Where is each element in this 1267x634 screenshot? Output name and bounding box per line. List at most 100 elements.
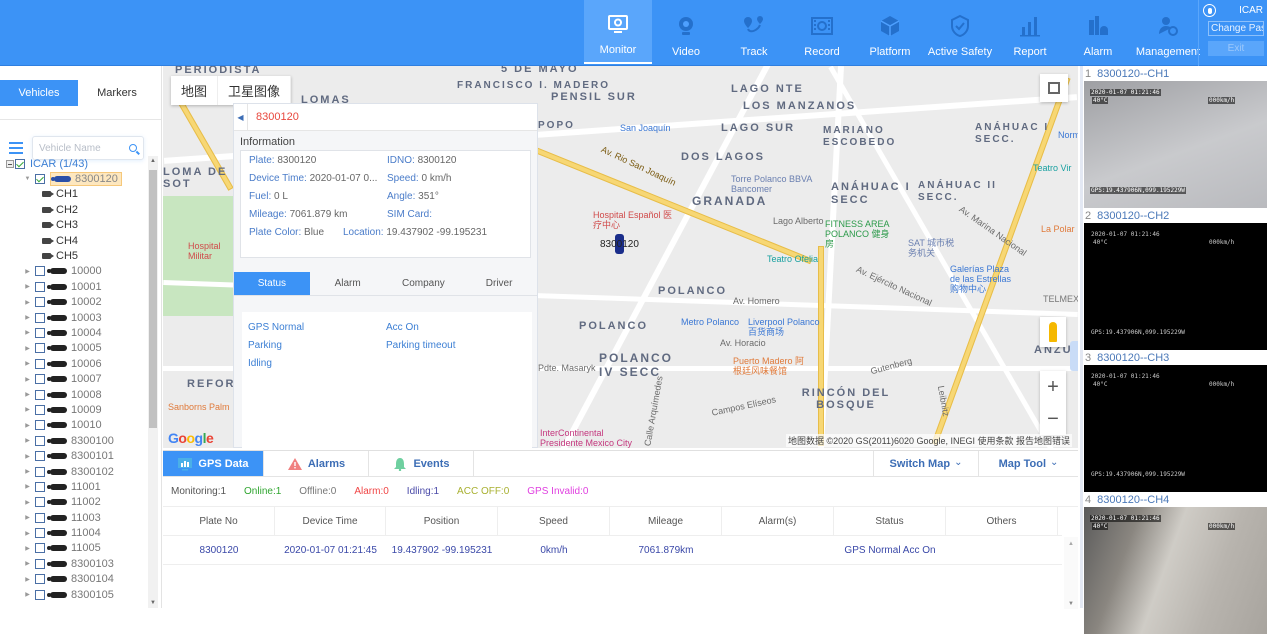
expand-caret-icon[interactable]: ▶ [24, 560, 31, 567]
tree-vehicle[interactable]: ▶ 8300102 [0, 464, 147, 479]
poi-label[interactable]: Puerto Madero 阿根廷风味餐馆 [733, 356, 813, 376]
vehicle-checkbox[interactable] [35, 466, 45, 477]
vehicle-checkbox[interactable] [35, 358, 45, 369]
vehicle-checkbox[interactable] [35, 266, 45, 277]
poi-label[interactable]: InterContinental Presidente Mexico City [540, 428, 640, 448]
column-header[interactable]: Others [946, 507, 1058, 535]
list-view-icon[interactable] [9, 142, 23, 154]
expand-caret-icon[interactable]: ▶ [24, 468, 31, 475]
map-attribution[interactable]: 地图数据 ©2020 GS(2011)6020 Google, INEGI 使用… [785, 434, 1072, 447]
tree-vehicle-selected[interactable]: ▼ 8300120 [0, 171, 147, 187]
scroll-up-icon[interactable]: ▲ [150, 158, 156, 164]
expand-caret-icon[interactable]: ▶ [24, 376, 31, 383]
vehicle-checkbox[interactable] [35, 528, 45, 539]
zoom-out-button[interactable]: − [1047, 408, 1059, 431]
poi-label[interactable]: Liverpool Polanco 百货商场 [748, 317, 828, 337]
poi-label[interactable]: Sanborns Palm [168, 402, 230, 412]
column-header[interactable]: Speed [498, 507, 610, 535]
poi-label[interactable]: FITNESS AREA POLANCO 健身房 [825, 219, 895, 249]
poi-label[interactable]: Galerías Plaza de las Estrellas 购物中心 [950, 264, 1020, 294]
expand-caret-icon[interactable]: ▶ [24, 514, 31, 521]
expand-caret-icon[interactable]: ▶ [24, 299, 31, 306]
tree-vehicle[interactable]: ▶ 11003 [0, 510, 147, 525]
vehicle-checkbox[interactable] [35, 281, 45, 292]
tree-vehicle[interactable]: ▶ 10005 [0, 341, 147, 356]
expand-caret-icon[interactable]: ▶ [24, 483, 31, 490]
tree-vehicle[interactable]: ▶ 10004 [0, 325, 147, 340]
poi-label[interactable]: Norm [1058, 130, 1078, 140]
tree-vehicle[interactable]: ▶ 11001 [0, 479, 147, 494]
tree-vehicle[interactable]: ▶ 10007 [0, 371, 147, 386]
expand-caret-icon[interactable]: ▶ [24, 314, 31, 321]
poi-label[interactable]: Torre Polanco BBVA Bancomer [731, 174, 821, 194]
vehicle-checkbox[interactable] [35, 297, 45, 308]
vehicle-checkbox[interactable] [35, 343, 45, 354]
vehicle-checkbox[interactable] [35, 389, 45, 400]
poi-label[interactable]: San Joaquín [620, 123, 671, 133]
vehicle-checkbox[interactable] [35, 481, 45, 492]
group-checkbox[interactable] [15, 158, 25, 169]
search-icon[interactable] [129, 144, 137, 152]
expand-caret-icon[interactable]: ▶ [24, 406, 31, 413]
video-feed[interactable]: 2020-01-07 01:21:46 40°C 000km/h GPS:19.437… [1084, 223, 1267, 350]
tree-vehicle[interactable]: ▶ 11002 [0, 495, 147, 510]
sidebar-scrollbar[interactable]: ▲ ▼ [148, 156, 158, 608]
panel-toggle-handle[interactable] [1070, 341, 1078, 371]
vehicle-checkbox[interactable] [35, 327, 45, 338]
expand-caret-icon[interactable]: ▶ [24, 329, 31, 336]
tree-vehicle[interactable]: ▶ 10000 [0, 264, 147, 279]
zoom-in-button[interactable]: + [1047, 376, 1059, 399]
poi-label[interactable]: TELMEX [1043, 294, 1078, 304]
vehicle-checkbox[interactable] [35, 574, 45, 585]
expand-caret-icon[interactable]: ▶ [24, 576, 31, 583]
table-row[interactable]: 8300120 2020-01-07 01:21:45 19.437902 -99.… [163, 536, 1062, 565]
poi-label[interactable]: La Polar [1041, 224, 1075, 234]
nav-video[interactable]: Video [652, 0, 720, 64]
info-tab-company[interactable]: Company [386, 272, 462, 295]
column-header[interactable]: Position [386, 507, 498, 535]
nav-active-safety[interactable]: Active Safety [924, 0, 996, 64]
nav-platform[interactable]: Platform [856, 0, 924, 64]
poi-label[interactable]: Hospital Militar [188, 241, 233, 261]
tree-vehicle[interactable]: ▶ 10002 [0, 295, 147, 310]
poi-label[interactable]: Hospital Español 医疗中心 [593, 210, 673, 230]
tree-vehicle[interactable]: ▶ 8300105 [0, 587, 147, 602]
tree-channel[interactable]: CH1 [0, 187, 147, 202]
tree-channel[interactable]: CH5 [0, 248, 147, 263]
tree-vehicle[interactable]: ▶ 10001 [0, 279, 147, 294]
change-password-button[interactable]: Change Pas... [1208, 21, 1264, 36]
vehicle-checkbox[interactable] [35, 543, 45, 554]
street-view-pegman[interactable] [1040, 317, 1066, 347]
scroll-down-icon[interactable]: ▼ [1068, 601, 1074, 607]
poi-label[interactable]: Metro Polanco [681, 317, 739, 327]
vehicle-checkbox[interactable] [35, 312, 45, 323]
video-feed[interactable]: 2020-01-07 01:21:46 40°C 000km/h GPS:19.437… [1084, 81, 1267, 208]
map-type-map[interactable]: 地图 [171, 76, 219, 105]
tree-vehicle[interactable]: ▶ 8300101 [0, 448, 147, 463]
poi-label[interactable]: SAT 城市税务机关 [908, 238, 958, 258]
vehicle-checkbox[interactable] [35, 451, 45, 462]
tree-channel[interactable]: CH4 [0, 233, 147, 248]
exit-button[interactable]: Exit [1208, 41, 1264, 56]
expand-caret-icon[interactable]: ▶ [24, 437, 31, 444]
tree-vehicle[interactable]: ▶ 11004 [0, 525, 147, 540]
tree-vehicle[interactable]: ▶ 10009 [0, 402, 147, 417]
tree-vehicle[interactable]: ▶ 11005 [0, 541, 147, 556]
expand-caret-icon[interactable]: ▶ [24, 422, 31, 429]
tree-vehicle[interactable]: ▶ 10008 [0, 387, 147, 402]
expand-caret-icon[interactable]: ▶ [24, 391, 31, 398]
column-header[interactable]: Plate No [163, 507, 275, 535]
nav-record[interactable]: Record [788, 0, 856, 64]
expand-caret-icon[interactable]: ▶ [24, 530, 31, 537]
collapse-icon[interactable] [6, 159, 14, 168]
column-header[interactable]: Alarm(s) [722, 507, 834, 535]
expand-caret-icon[interactable]: ▶ [24, 453, 31, 460]
expand-caret-icon[interactable]: ▶ [24, 545, 31, 552]
tree-vehicle[interactable]: ▶ 8300100 [0, 433, 147, 448]
nav-monitor[interactable]: Monitor [584, 0, 652, 64]
vehicle-checkbox[interactable] [35, 374, 45, 385]
expand-caret-icon[interactable]: ▶ [24, 499, 31, 506]
vehicle-checkbox[interactable] [35, 512, 45, 523]
scroll-up-icon[interactable]: ▲ [1068, 541, 1074, 547]
scroll-down-icon[interactable]: ▼ [150, 600, 156, 606]
